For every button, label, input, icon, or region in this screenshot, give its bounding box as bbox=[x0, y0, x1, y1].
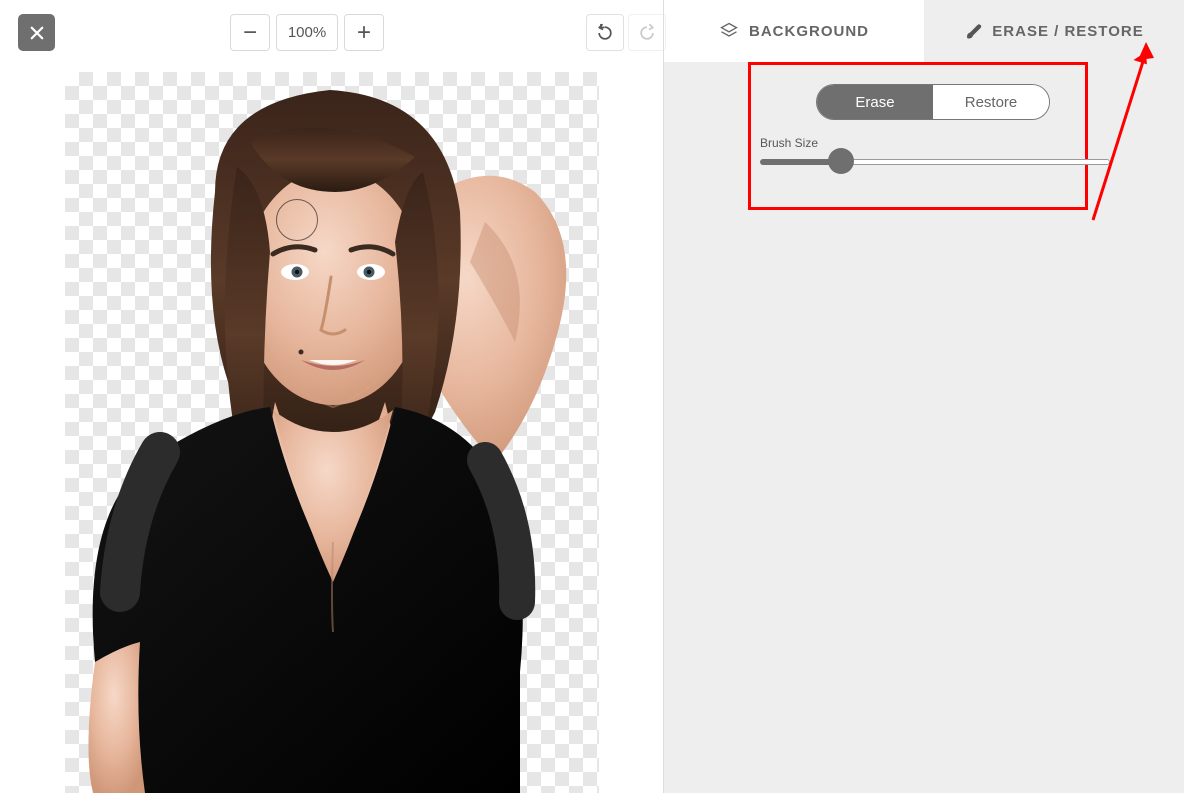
brush-icon bbox=[964, 22, 982, 40]
tab-background[interactable]: BACKGROUND bbox=[664, 0, 924, 62]
tab-label: BACKGROUND bbox=[749, 23, 869, 40]
toolbar: − 100% + bbox=[0, 0, 663, 64]
panel-area: Erase Restore Brush Size bbox=[664, 62, 1184, 793]
brush-size-slider[interactable] bbox=[760, 158, 1110, 166]
layers-icon bbox=[719, 21, 739, 41]
erase-restore-toggle: Erase Restore bbox=[816, 84, 1050, 120]
undo-button[interactable] bbox=[586, 14, 624, 51]
tab-label: ERASE / RESTORE bbox=[992, 23, 1143, 40]
zoom-controls: − 100% + bbox=[230, 14, 384, 51]
zoom-value: 100% bbox=[276, 14, 338, 51]
close-icon bbox=[28, 24, 46, 42]
slider-thumb[interactable] bbox=[828, 148, 854, 174]
redo-button[interactable] bbox=[628, 14, 666, 51]
annotation-arrow bbox=[1083, 38, 1163, 233]
history-controls bbox=[586, 14, 666, 51]
redo-icon bbox=[637, 23, 657, 43]
brush-size-label: Brush Size bbox=[760, 136, 818, 150]
image-canvas[interactable] bbox=[65, 72, 599, 793]
subject-image bbox=[65, 72, 599, 793]
editor-pane: − 100% + bbox=[0, 0, 664, 793]
zoom-out-button[interactable]: − bbox=[230, 14, 270, 51]
undo-icon bbox=[595, 23, 615, 43]
restore-option[interactable]: Restore bbox=[933, 85, 1049, 119]
slider-track-empty bbox=[840, 159, 1110, 165]
tab-erase-restore[interactable]: ERASE / RESTORE bbox=[924, 0, 1184, 62]
zoom-in-button[interactable]: + bbox=[344, 14, 384, 51]
erase-option[interactable]: Erase bbox=[817, 85, 933, 119]
tab-bar: BACKGROUND ERASE / RESTORE bbox=[664, 0, 1184, 62]
close-button[interactable] bbox=[18, 14, 55, 51]
canvas-area bbox=[0, 64, 663, 793]
settings-pane: BACKGROUND ERASE / RESTORE Erase Restore… bbox=[664, 0, 1184, 793]
brush-cursor bbox=[276, 199, 318, 241]
